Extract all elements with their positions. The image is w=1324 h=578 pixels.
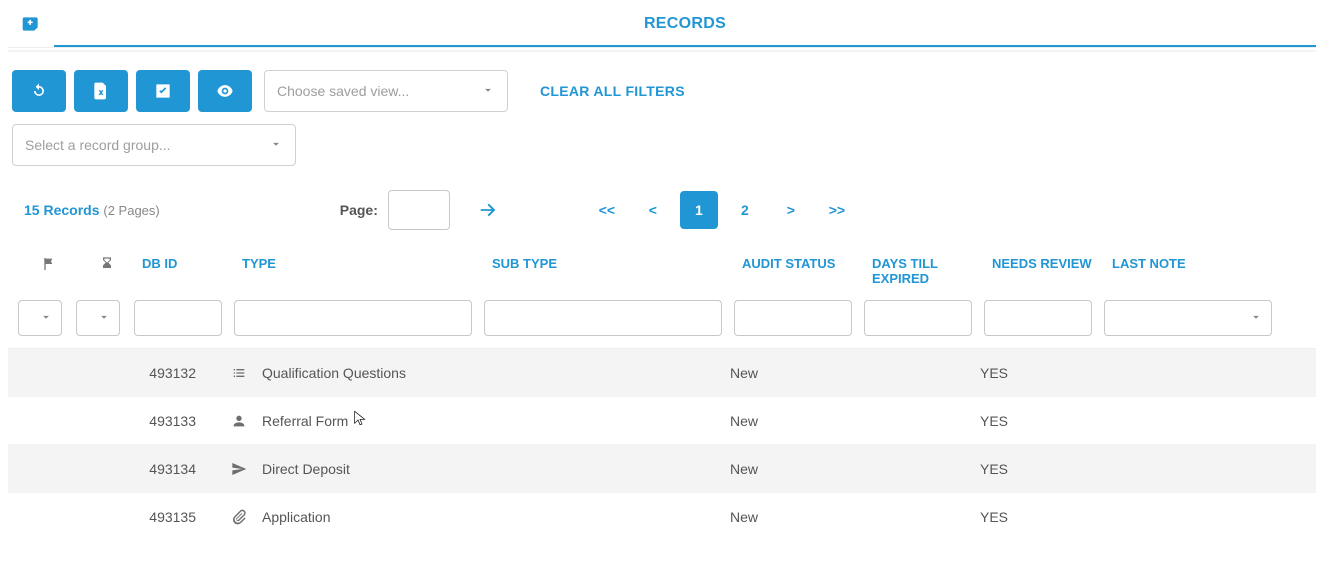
chevron-down-icon [1249, 310, 1263, 327]
cell-audit: New [724, 365, 854, 381]
page-next-button[interactable]: > [772, 191, 810, 229]
table-row[interactable]: 493133 Referral Form New YES [8, 397, 1316, 445]
table-row[interactable]: 493134 Direct Deposit New YES [8, 445, 1316, 493]
column-subtype[interactable]: SUB TYPE [486, 256, 736, 271]
cell-needs: YES [974, 461, 1094, 477]
filter-hourglass[interactable] [76, 300, 120, 336]
list-icon [230, 365, 248, 381]
column-days-till-expired[interactable]: DAYS TILL EXPIRED [866, 256, 986, 286]
page-label: Page: [340, 202, 378, 218]
saved-view-placeholder: Choose saved view... [277, 83, 409, 99]
chevron-down-icon [481, 83, 495, 100]
column-type[interactable]: TYPE [236, 256, 486, 271]
cell-type: Qualification Questions [262, 365, 406, 381]
export-excel-button[interactable] [74, 70, 128, 112]
filter-needs[interactable] [984, 300, 1092, 336]
filter-last-note[interactable] [1104, 300, 1272, 336]
page-last-button[interactable]: >> [818, 191, 856, 229]
filter-days[interactable] [864, 300, 972, 336]
page-go-button[interactable] [468, 199, 508, 221]
page-first-button[interactable]: << [588, 191, 626, 229]
data-rows[interactable]: 493132 Qualification Questions New YES 4… [8, 348, 1316, 538]
filter-audit[interactable] [734, 300, 852, 336]
person-icon [230, 413, 248, 429]
page-prev-button[interactable]: < [634, 191, 672, 229]
filter-type[interactable] [234, 300, 472, 336]
page-1-button[interactable]: 1 [680, 191, 718, 229]
column-needs-review[interactable]: NEEDS REVIEW [986, 256, 1106, 271]
column-last-note[interactable]: LAST NOTE [1106, 256, 1286, 271]
filter-subtype[interactable] [484, 300, 722, 336]
cell-audit: New [724, 461, 854, 477]
cell-type: Direct Deposit [262, 461, 350, 477]
cell-audit: New [724, 413, 854, 429]
cell-dbid: 493134 [124, 461, 224, 477]
send-icon [230, 461, 248, 477]
cell-audit: New [724, 509, 854, 525]
record-count: 15 Records (2 Pages) [24, 202, 160, 218]
refresh-button[interactable] [12, 70, 66, 112]
add-tab-button[interactable] [8, 0, 54, 47]
cell-type: Referral Form [262, 413, 348, 429]
cell-dbid: 493132 [124, 365, 224, 381]
cell-needs: YES [974, 413, 1094, 429]
cell-dbid: 493133 [124, 413, 224, 429]
cell-dbid: 493135 [124, 509, 224, 525]
chevron-down-icon [269, 137, 283, 154]
record-group-select[interactable]: Select a record group... [12, 124, 296, 166]
cell-needs: YES [974, 509, 1094, 525]
paperclip-icon [230, 509, 248, 525]
bulk-check-button[interactable] [136, 70, 190, 112]
cell-needs: YES [974, 365, 1094, 381]
page-2-button[interactable]: 2 [726, 191, 764, 229]
tab-records[interactable]: RECORDS [54, 0, 1316, 47]
filter-dbid[interactable] [134, 300, 222, 336]
column-audit-status[interactable]: AUDIT STATUS [736, 256, 866, 271]
record-group-placeholder: Select a record group... [25, 137, 171, 153]
table-row[interactable]: 493135 Application New YES [8, 493, 1316, 538]
page-input[interactable] [388, 190, 450, 230]
column-hourglass[interactable] [78, 256, 136, 275]
clear-filters-button[interactable]: CLEAR ALL FILTERS [540, 83, 685, 99]
saved-view-select[interactable]: Choose saved view... [264, 70, 508, 112]
chevron-down-icon [39, 310, 53, 327]
column-flag[interactable] [20, 256, 78, 275]
column-dbid[interactable]: DB ID [136, 256, 236, 271]
table-row[interactable]: 493132 Qualification Questions New YES [8, 349, 1316, 397]
preview-button[interactable] [198, 70, 252, 112]
cell-type: Application [262, 509, 331, 525]
filter-flag[interactable] [18, 300, 62, 336]
chevron-down-icon [97, 310, 111, 327]
